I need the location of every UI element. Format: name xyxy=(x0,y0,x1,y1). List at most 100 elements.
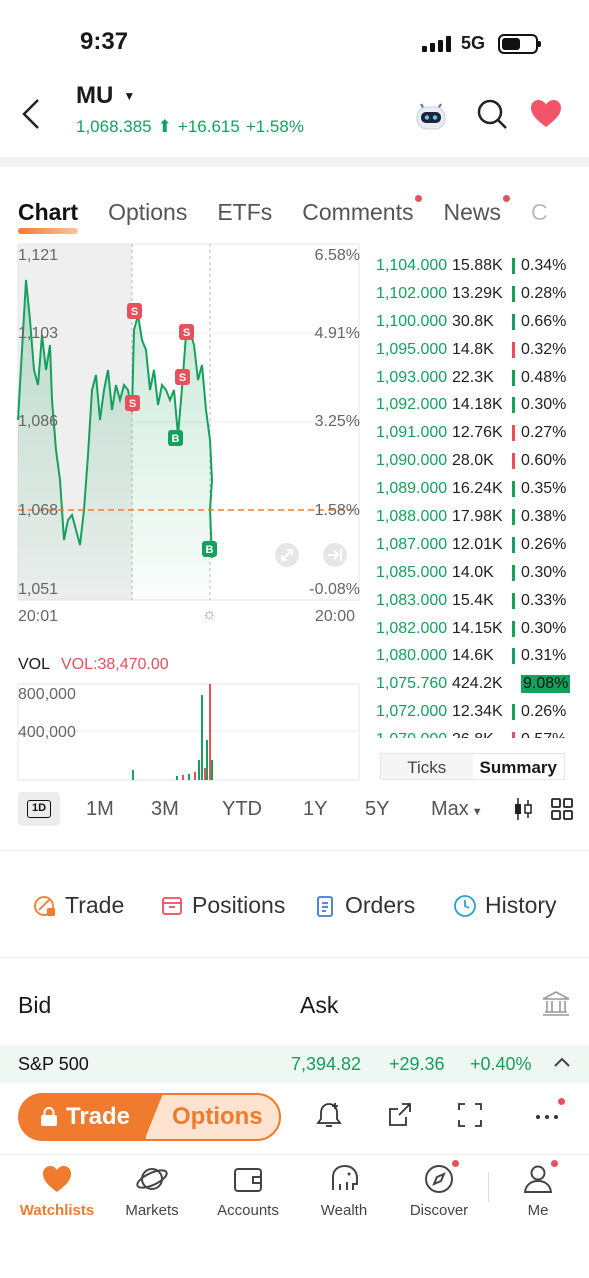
nav-watchlists[interactable]: Watchlists xyxy=(12,1162,102,1219)
positions-action[interactable]: Positions xyxy=(160,892,285,919)
heart-icon[interactable] xyxy=(528,96,564,132)
user-icon xyxy=(523,1165,553,1193)
back-icon[interactable] xyxy=(16,96,46,132)
book-size: 14.15K xyxy=(452,619,503,637)
book-volume-bar xyxy=(512,508,515,525)
volume-axis-label: 800,000 xyxy=(18,686,76,703)
sell-marker[interactable]: S xyxy=(127,303,142,319)
caret-down-icon: ▼ xyxy=(123,89,136,103)
fullscreen-chart-button[interactable] xyxy=(275,543,299,567)
range-ytd[interactable]: YTD xyxy=(222,798,262,821)
notification-dot xyxy=(415,195,423,202)
status-time: 9:37 xyxy=(80,28,129,55)
range-3m[interactable]: 3M xyxy=(151,798,179,821)
tab-ticks[interactable]: Ticks xyxy=(381,754,473,779)
book-price: 1,088.000 xyxy=(376,507,448,525)
nav-markets[interactable]: Markets xyxy=(107,1162,197,1219)
book-price: 1,100.000 xyxy=(376,312,448,330)
sell-marker[interactable]: S xyxy=(179,324,194,340)
book-price: 1,093.000 xyxy=(376,368,448,386)
share-icon[interactable] xyxy=(385,1100,415,1130)
range-5y[interactable]: 5Y xyxy=(365,798,389,821)
quote-line: 1,068.385 ⬆ +16.615 +1.58% xyxy=(76,117,304,137)
book-price: 1,083.000 xyxy=(376,591,448,609)
wallet-icon xyxy=(234,1168,262,1192)
book-price: 1,090.000 xyxy=(376,452,448,470)
exchange-icon[interactable] xyxy=(540,988,572,1020)
book-volume-bar xyxy=(512,341,515,358)
index-change: +29.36 xyxy=(389,1054,445,1074)
book-pct: 0.30% xyxy=(521,619,567,637)
book-volume-bar xyxy=(512,425,515,442)
sell-marker[interactable]: S xyxy=(175,369,190,385)
chevron-up-icon[interactable] xyxy=(553,1055,571,1069)
ask-label: Ask xyxy=(300,992,339,1018)
section-divider xyxy=(0,957,589,958)
book-size: 12.76K xyxy=(452,424,503,442)
nav-accounts[interactable]: Accounts xyxy=(203,1162,293,1219)
range-1m[interactable]: 1M xyxy=(86,798,114,821)
range-max-label: Max xyxy=(431,798,469,820)
book-pct: 0.34% xyxy=(521,256,567,274)
index-change-pct: +0.40% xyxy=(470,1054,532,1074)
book-volume-bar xyxy=(512,704,515,721)
planet-icon xyxy=(136,1168,168,1190)
book-size: 13.29K xyxy=(452,284,503,302)
tab-more[interactable]: C xyxy=(531,199,548,226)
grid-layout-icon[interactable] xyxy=(550,797,574,821)
buy-marker[interactable]: B xyxy=(168,430,183,446)
book-size: 28.0K xyxy=(452,452,494,470)
book-pct: 0.30% xyxy=(521,396,567,414)
jump-latest-button[interactable] xyxy=(323,543,347,567)
book-price: 1,072.000 xyxy=(376,703,448,721)
range-1d[interactable]: 1D xyxy=(18,792,60,826)
book-pct: 0.33% xyxy=(521,591,567,609)
trade-action[interactable]: Trade xyxy=(33,892,124,919)
tabs-fade xyxy=(550,190,589,234)
nav-wealth[interactable]: Wealth xyxy=(299,1162,389,1219)
book-volume-bar xyxy=(512,257,515,274)
book-size: 22.3K xyxy=(452,368,494,386)
fullscreen-icon[interactable] xyxy=(455,1100,485,1130)
buy-marker[interactable]: B xyxy=(202,541,217,557)
range-max[interactable]: Max ▼ xyxy=(431,798,483,821)
book-price: 1,082.000 xyxy=(376,619,448,637)
tab-options[interactable]: Options xyxy=(108,199,187,226)
price-alert-icon[interactable] xyxy=(314,1100,344,1130)
tab-chart[interactable]: Chart xyxy=(18,199,79,234)
order-book[interactable]: 1,104.000 15.88K 0.34% 1,102.000 13.29K 0.28%… xyxy=(376,252,572,738)
nav-me-label: Me xyxy=(527,1202,549,1219)
signal-icon xyxy=(422,36,451,52)
tab-etfs[interactable]: ETFs xyxy=(217,199,272,226)
trade-options-group: Trade Options xyxy=(18,1093,281,1141)
nav-me[interactable]: Me xyxy=(493,1162,583,1219)
trade-button-content: Trade xyxy=(40,1103,130,1131)
orders-action[interactable]: Orders xyxy=(313,892,415,919)
candlestick-icon[interactable] xyxy=(512,796,534,822)
tab-comments-label: Comments xyxy=(302,199,414,225)
order-book-row: 1,082.000 14.15K 0.30% xyxy=(376,615,572,643)
nav-wealth-label: Wealth xyxy=(320,1202,368,1219)
y-axis-label: 1,051 xyxy=(18,581,59,598)
more-icon[interactable] xyxy=(532,1100,562,1130)
history-action[interactable]: History xyxy=(453,892,557,919)
book-size: 15.88K xyxy=(452,256,503,274)
book-tabs: Ticks Summary xyxy=(380,753,565,780)
nav-discover[interactable]: Discover xyxy=(394,1162,484,1219)
search-icon[interactable] xyxy=(474,96,510,132)
sell-marker[interactable]: S xyxy=(125,395,140,411)
bid-label: Bid xyxy=(18,992,52,1018)
range-1y[interactable]: 1Y xyxy=(303,798,327,821)
book-volume-bar xyxy=(512,453,515,470)
range-selector: 1D 1M 3M YTD 1Y 5Y Max ▼ xyxy=(18,792,578,826)
heart-icon xyxy=(43,1166,71,1192)
price-change-pct: +1.58% xyxy=(245,117,304,136)
svg-text:S: S xyxy=(183,327,190,339)
symbol-selector[interactable]: MU ▼ xyxy=(76,82,135,110)
tab-news[interactable]: News xyxy=(443,195,510,226)
book-volume-bar xyxy=(512,369,515,386)
tab-comments[interactable]: Comments xyxy=(302,195,423,226)
robot-assistant-icon[interactable] xyxy=(413,96,449,132)
x-axis-start: 20:01 xyxy=(18,608,59,625)
tab-summary[interactable]: Summary xyxy=(472,754,564,779)
